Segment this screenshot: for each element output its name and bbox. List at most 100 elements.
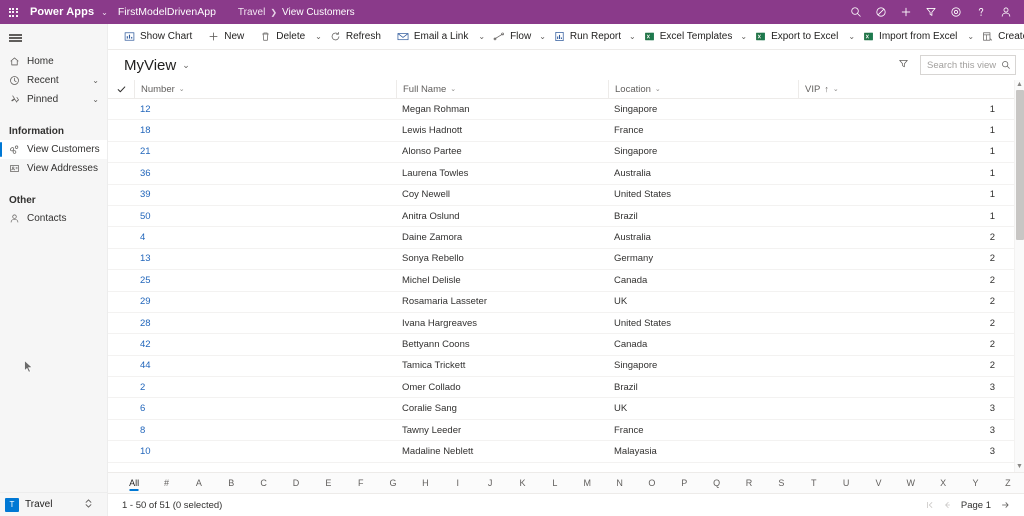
- alpha-filter-s[interactable]: S: [765, 472, 797, 494]
- table-row[interactable]: 39 Coy Newell United States 1: [108, 185, 1014, 206]
- filter-button[interactable]: [892, 54, 914, 76]
- alpha-filter-#[interactable]: #: [150, 472, 182, 494]
- cell-number[interactable]: 44: [134, 360, 396, 371]
- table-row[interactable]: 50 Anitra Oslund Brazil 1: [108, 206, 1014, 228]
- cell-number[interactable]: 21: [134, 146, 396, 157]
- alpha-filter-r[interactable]: R: [733, 472, 765, 494]
- search-icon[interactable]: [1001, 60, 1011, 70]
- table-row[interactable]: 29 Rosamaria Lasseter UK 2: [108, 292, 1014, 313]
- email-overflow-caret[interactable]: ⌄: [478, 24, 485, 49]
- cell-number[interactable]: 25: [134, 275, 396, 286]
- alpha-filter-p[interactable]: P: [668, 472, 700, 494]
- sidebar-item-pinned[interactable]: Pinned ⌄: [0, 90, 107, 109]
- view-selector[interactable]: MyView ⌄: [124, 57, 190, 74]
- alpha-filter-l[interactable]: L: [539, 472, 571, 494]
- alpha-filter-z[interactable]: Z: [992, 472, 1024, 494]
- cell-number[interactable]: 12: [134, 104, 396, 115]
- site-map-toggle-button[interactable]: [0, 24, 107, 52]
- show-chart-button[interactable]: Show Chart: [116, 24, 200, 49]
- alpha-filter-n[interactable]: N: [603, 472, 635, 494]
- scrollbar-thumb[interactable]: [1015, 90, 1024, 240]
- previous-page-button[interactable]: [940, 497, 954, 513]
- table-row[interactable]: 13 Sonya Rebello Germany 2: [108, 249, 1014, 271]
- import-from-excel-button[interactable]: Import from Excel: [855, 24, 965, 49]
- chevron-down-icon[interactable]: ⌄: [92, 76, 99, 85]
- cell-number[interactable]: 10: [134, 446, 396, 457]
- table-row[interactable]: 2 Omer Collado Brazil 3: [108, 377, 1014, 399]
- sidebar-item-contacts[interactable]: Contacts: [0, 209, 107, 228]
- search-view-box[interactable]: [920, 55, 1016, 75]
- cell-number[interactable]: 6: [134, 403, 396, 414]
- account-icon[interactable]: [993, 0, 1018, 24]
- alpha-filter-c[interactable]: C: [247, 472, 279, 494]
- alpha-filter-x[interactable]: X: [927, 472, 959, 494]
- cell-number[interactable]: 50: [134, 211, 396, 222]
- table-row[interactable]: 12 Megan Rohman Singapore 1: [108, 99, 1014, 121]
- cell-number[interactable]: 8: [134, 425, 396, 436]
- sidebar-item-recent[interactable]: Recent ⌄: [0, 71, 107, 90]
- excel-templates-overflow-caret[interactable]: ⌄: [740, 24, 747, 49]
- email-a-link-button[interactable]: Email a Link: [389, 24, 476, 49]
- pending-icon[interactable]: [868, 0, 893, 24]
- alpha-filter-w[interactable]: W: [895, 472, 927, 494]
- flow-button[interactable]: Flow: [485, 24, 539, 49]
- cell-number[interactable]: 36: [134, 168, 396, 179]
- next-page-button[interactable]: [998, 497, 1012, 513]
- alpha-filter-f[interactable]: F: [345, 472, 377, 494]
- refresh-button[interactable]: Refresh: [322, 24, 389, 49]
- search-icon[interactable]: [843, 0, 868, 24]
- create-view-button[interactable]: Create view: [974, 24, 1024, 49]
- column-header-location[interactable]: Location ⌄: [608, 79, 798, 99]
- alpha-filter-g[interactable]: G: [377, 472, 409, 494]
- search-input[interactable]: [927, 59, 1001, 71]
- alpha-filter-e[interactable]: E: [312, 472, 344, 494]
- column-header-vip[interactable]: VIP ↑ ⌄: [798, 79, 1014, 99]
- cell-number[interactable]: 2: [134, 382, 396, 393]
- alpha-filter-i[interactable]: I: [442, 472, 474, 494]
- table-row[interactable]: 44 Tamica Trickett Singapore 2: [108, 356, 1014, 378]
- alpha-filter-h[interactable]: H: [409, 472, 441, 494]
- scroll-down-icon[interactable]: ▼: [1016, 462, 1023, 472]
- settings-icon[interactable]: [943, 0, 968, 24]
- sidebar-item-home[interactable]: Home: [0, 52, 107, 71]
- breadcrumb-item-view-customers[interactable]: View Customers: [282, 7, 355, 18]
- cell-number[interactable]: 13: [134, 253, 396, 264]
- export-overflow-caret[interactable]: ⌄: [848, 24, 855, 49]
- cell-number[interactable]: 4: [134, 232, 396, 243]
- run-report-button[interactable]: Run Report: [546, 24, 629, 49]
- alpha-filter-m[interactable]: M: [571, 472, 603, 494]
- alpha-filter-y[interactable]: Y: [959, 472, 991, 494]
- alpha-filter-b[interactable]: B: [215, 472, 247, 494]
- alpha-filter-t[interactable]: T: [798, 472, 830, 494]
- select-all-checkbox[interactable]: [108, 85, 134, 94]
- grid-scrollbar[interactable]: ▲ ▼: [1014, 80, 1024, 472]
- table-row[interactable]: 4 Daine Zamora Australia 2: [108, 227, 1014, 249]
- chevron-updown-icon[interactable]: [84, 496, 93, 514]
- delete-button[interactable]: Delete: [252, 24, 313, 49]
- alpha-filter-d[interactable]: D: [280, 472, 312, 494]
- table-row[interactable]: 18 Lewis Hadnott France 1: [108, 120, 1014, 142]
- column-header-full-name[interactable]: Full Name ⌄: [396, 79, 608, 99]
- scrollbar-track[interactable]: [1015, 90, 1024, 462]
- flow-overflow-caret[interactable]: ⌄: [539, 24, 546, 49]
- alpha-filter-o[interactable]: O: [636, 472, 668, 494]
- delete-overflow-caret[interactable]: ⌄: [315, 24, 322, 49]
- table-row[interactable]: 42 Bettyann Coons Canada 2: [108, 334, 1014, 356]
- alpha-filter-q[interactable]: Q: [700, 472, 732, 494]
- run-report-overflow-caret[interactable]: ⌄: [629, 24, 636, 49]
- chevron-down-icon[interactable]: ⌄: [92, 95, 99, 104]
- table-row[interactable]: 21 Alonso Partee Singapore 1: [108, 142, 1014, 164]
- new-button[interactable]: New: [200, 24, 252, 49]
- export-to-excel-button[interactable]: Export to Excel: [747, 24, 846, 49]
- brand-title[interactable]: Power Apps: [26, 6, 96, 18]
- table-row[interactable]: 36 Laurena Towles Australia 1: [108, 163, 1014, 185]
- alpha-filter-j[interactable]: J: [474, 472, 506, 494]
- table-row[interactable]: 25 Michel Delisle Canada 2: [108, 270, 1014, 292]
- import-overflow-caret[interactable]: ⌄: [967, 24, 974, 49]
- breadcrumb-item-travel[interactable]: Travel: [238, 7, 265, 18]
- first-page-button[interactable]: [923, 497, 937, 513]
- table-row[interactable]: 28 Ivana Hargreaves United States 2: [108, 313, 1014, 335]
- table-row[interactable]: 8 Tawny Leeder France 3: [108, 420, 1014, 442]
- excel-templates-button[interactable]: Excel Templates: [636, 24, 741, 49]
- column-header-number[interactable]: Number ⌄: [134, 79, 396, 99]
